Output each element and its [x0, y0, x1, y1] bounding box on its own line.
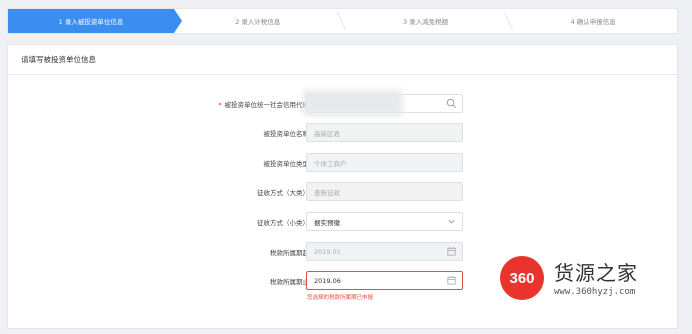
- unit-name-label: 被投资单位名称: [263, 130, 310, 138]
- collect-major-value: 查账征收: [314, 188, 340, 197]
- collect-major-label: 征收方式（大类）: [257, 189, 309, 197]
- unit-type-input: 个体工商户: [306, 153, 463, 172]
- period-end-value: 2019.06: [314, 276, 341, 285]
- period-end-error: 您选择的税款所属期已申报: [307, 295, 374, 301]
- collect-major-row: 征收方式（大类） 查账征收: [8, 182, 679, 202]
- watermark: 360 货源之家 www.360hyzj.com: [500, 256, 680, 306]
- redaction-blur: [303, 90, 403, 116]
- period-end-label: 税款所属期止: [270, 278, 309, 286]
- period-start-value: 2019.01: [314, 247, 341, 256]
- period-start-input: 2019.01: [306, 242, 463, 261]
- collect-minor-row: 征收方式（小类） 据实预缴: [8, 212, 679, 232]
- step-2-label: 2 录入计税信息: [235, 18, 281, 26]
- step-2[interactable]: 2 录入计税信息: [174, 9, 346, 33]
- unit-type-label: 被投资单位类型: [263, 160, 310, 168]
- calendar-icon: [447, 247, 456, 256]
- unit-name-value: 高新区君: [314, 129, 340, 138]
- unit-name-input: 高新区君: [306, 123, 463, 142]
- step-3-label: 3 录入减免税额: [402, 18, 449, 26]
- step-3[interactable]: 3 录入减免税额: [342, 9, 514, 33]
- collect-minor-value: 据实预缴: [314, 218, 340, 227]
- step-1[interactable]: 1 录入被投资单位信息: [8, 9, 182, 33]
- panel-title: 请填写被投资单位信息: [8, 45, 677, 75]
- period-end-input[interactable]: 2019.06: [306, 271, 463, 290]
- period-start-label: 税款所属期起: [270, 249, 309, 257]
- step-1-label: 1 录入被投资单位信息: [58, 18, 124, 26]
- progress-steps: 1 录入被投资单位信息 2 录入计税信息 3 录入减免税额 4 确认申报信息: [7, 8, 678, 34]
- credit-code-label: * 被投资单位统一社会信用代码: [218, 99, 309, 109]
- step-4[interactable]: 4 确认申报信息: [509, 9, 677, 33]
- chevron-down-icon[interactable]: [446, 216, 457, 227]
- watermark-title: 货源之家: [554, 261, 638, 285]
- search-icon[interactable]: [446, 98, 457, 109]
- collect-major-input: 查账征收: [306, 182, 463, 201]
- required-mark: *: [218, 101, 222, 109]
- step-4-label: 4 确认申报信息: [570, 18, 616, 26]
- unit-name-row: 被投资单位名称 高新区君: [8, 123, 679, 143]
- watermark-logo: 360: [500, 256, 544, 300]
- collect-minor-label: 征收方式（小类）: [257, 219, 309, 227]
- credit-code-label-text: 被投资单位统一社会信用代码: [224, 101, 310, 109]
- unit-type-row: 被投资单位类型 个体工商户: [8, 153, 679, 173]
- watermark-url: www.360hyzj.com: [554, 287, 636, 297]
- unit-type-value: 个体工商户: [314, 159, 347, 168]
- calendar-icon[interactable]: [446, 275, 457, 286]
- collect-minor-select[interactable]: 据实预缴: [306, 212, 463, 231]
